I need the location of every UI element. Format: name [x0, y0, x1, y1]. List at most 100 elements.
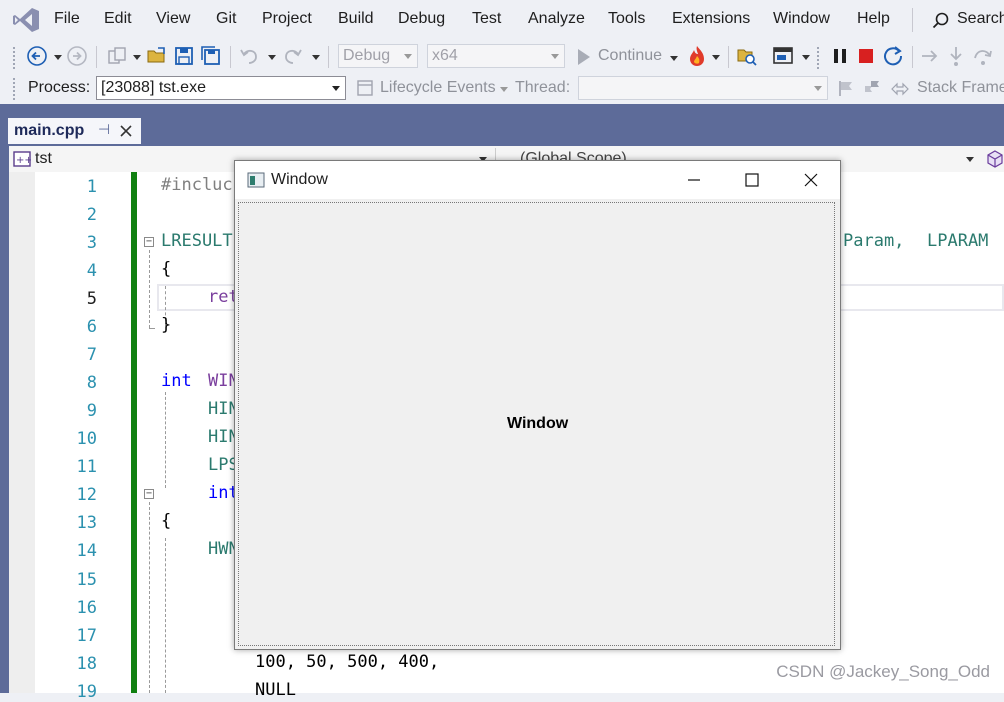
maximize-button[interactable] [723, 161, 781, 199]
chevron-down-icon [966, 157, 974, 162]
menu-edit[interactable]: Edit [104, 10, 132, 28]
toolbar-separator [728, 46, 729, 68]
line-number: 11 [76, 457, 97, 477]
save-icon[interactable] [173, 45, 195, 67]
visual-studio-logo-icon[interactable] [12, 7, 40, 33]
lifecycle-events-dropdown[interactable]: Lifecycle Events [380, 76, 510, 102]
solution-configuration-value: Debug [343, 47, 391, 64]
tab-main-cpp[interactable]: main.cpp ⊣ [8, 118, 141, 144]
stack-frame-label: Stack Frame [917, 79, 1004, 96]
solution-configuration-dropdown[interactable]: Debug [338, 44, 418, 68]
code-line-13: { [161, 511, 172, 531]
line-number: 3 [86, 233, 97, 253]
pin-icon[interactable]: ⊣ [98, 121, 110, 138]
toolbar-grip[interactable] [12, 46, 16, 70]
minimize-button[interactable] [665, 161, 723, 199]
search-box[interactable]: Search [916, 4, 1004, 36]
close-window-button[interactable] [782, 161, 840, 199]
layout-dropdown-arrow-icon[interactable] [802, 55, 810, 60]
break-all-icon[interactable] [830, 45, 850, 67]
navigate-forward-icon[interactable] [66, 45, 88, 67]
window-app-icon[interactable] [247, 172, 265, 188]
chevron-down-icon [551, 54, 559, 59]
code-line-4: { [161, 259, 172, 279]
fold-guide-end [149, 328, 155, 329]
close-tab-icon[interactable] [120, 125, 132, 137]
menu-debug[interactable]: Debug [398, 10, 445, 28]
find-in-files-icon[interactable] [736, 45, 758, 67]
continue-label: Continue [598, 47, 663, 64]
open-folder-icon[interactable] [146, 45, 168, 67]
line-number: 10 [76, 429, 97, 449]
solution-platform-dropdown[interactable]: x64 [427, 44, 565, 68]
line-number: 2 [86, 205, 97, 225]
window-titlebar[interactable]: Window [235, 161, 840, 199]
toolbar-separator [912, 46, 913, 68]
window-client-area[interactable]: Window [238, 202, 835, 646]
process-dropdown[interactable]: [23088] tst.exe [96, 76, 346, 100]
fold-guide [165, 392, 166, 488]
undo-icon[interactable] [238, 45, 260, 67]
menu-extensions[interactable]: Extensions [672, 10, 750, 28]
line-number-current: 5 [86, 289, 97, 309]
menu-build[interactable]: Build [338, 10, 374, 28]
menu-tools[interactable]: Tools [608, 10, 645, 28]
undo-dropdown-arrow-icon[interactable] [268, 55, 276, 60]
code-line-18: 100, 50, 500, 400, [255, 652, 440, 672]
lifecycle-events-icon [357, 80, 373, 96]
menu-file[interactable]: File [54, 10, 80, 28]
step-over-icon[interactable] [972, 45, 994, 67]
chevron-down-icon [332, 86, 340, 91]
hot-reload-dropdown-arrow-icon[interactable] [712, 55, 720, 60]
line-number: 7 [86, 345, 97, 365]
solution-platform-value: x64 [432, 47, 458, 64]
window-title: Window [271, 171, 328, 188]
thread-label: Thread: [515, 79, 571, 96]
menu-git[interactable]: Git [216, 10, 236, 28]
thread-dropdown[interactable] [578, 76, 828, 100]
show-next-statement-icon[interactable] [920, 45, 940, 67]
debug-location-toolbar: Process: [23088] tst.exe Lifecycle Event… [0, 74, 1004, 104]
step-into-icon[interactable] [946, 45, 966, 67]
line-number: 9 [86, 401, 97, 421]
navigate-back-icon[interactable] [26, 45, 48, 67]
menu-view[interactable]: View [156, 10, 190, 28]
redo-icon[interactable] [282, 45, 304, 67]
new-dropdown-arrow-icon[interactable] [133, 55, 141, 60]
restart-icon[interactable] [882, 45, 904, 67]
minimize-icon [688, 179, 700, 181]
window-layout-icon[interactable] [772, 45, 794, 67]
flag-thread-icon[interactable] [836, 78, 856, 98]
new-project-icon[interactable] [106, 45, 128, 67]
chevron-down-icon [814, 86, 822, 91]
redo-dropdown-arrow-icon[interactable] [312, 55, 320, 60]
chevron-down-icon [500, 87, 508, 92]
toolbar-separator [96, 46, 97, 68]
app-window[interactable]: Window Window [234, 160, 841, 650]
line-number: 16 [76, 598, 97, 618]
fold-guide [149, 502, 150, 693]
code-line-6: } [161, 315, 172, 335]
flag-threads-icon[interactable] [862, 78, 882, 98]
line-number: 18 [76, 654, 97, 674]
save-all-icon[interactable] [200, 45, 222, 67]
watermark: CSDN @Jackey_Song_Odd [776, 662, 990, 681]
toolbar-grip[interactable] [816, 46, 820, 70]
line-number: 12 [76, 485, 97, 505]
line-number: 19 [76, 682, 97, 702]
menu-analyze[interactable]: Analyze [528, 10, 585, 28]
menu-bar: File Edit View Git Project Build Debug T… [0, 0, 1004, 40]
stop-debugging-icon[interactable] [856, 45, 876, 67]
continue-button[interactable]: Continue [574, 44, 680, 70]
menu-window[interactable]: Window [773, 10, 830, 28]
code-line-8-keyword: int [161, 371, 192, 391]
hot-reload-icon[interactable] [686, 44, 708, 68]
menu-test[interactable]: Test [472, 10, 501, 28]
back-dropdown-arrow-icon[interactable] [54, 55, 62, 60]
member-cube-icon[interactable] [986, 150, 1004, 168]
menu-project[interactable]: Project [262, 10, 312, 28]
toolbar-grip[interactable] [12, 77, 16, 101]
collapse-icon[interactable]: − [144, 489, 154, 499]
collapse-icon[interactable]: − [144, 237, 154, 247]
menu-help[interactable]: Help [857, 10, 890, 28]
